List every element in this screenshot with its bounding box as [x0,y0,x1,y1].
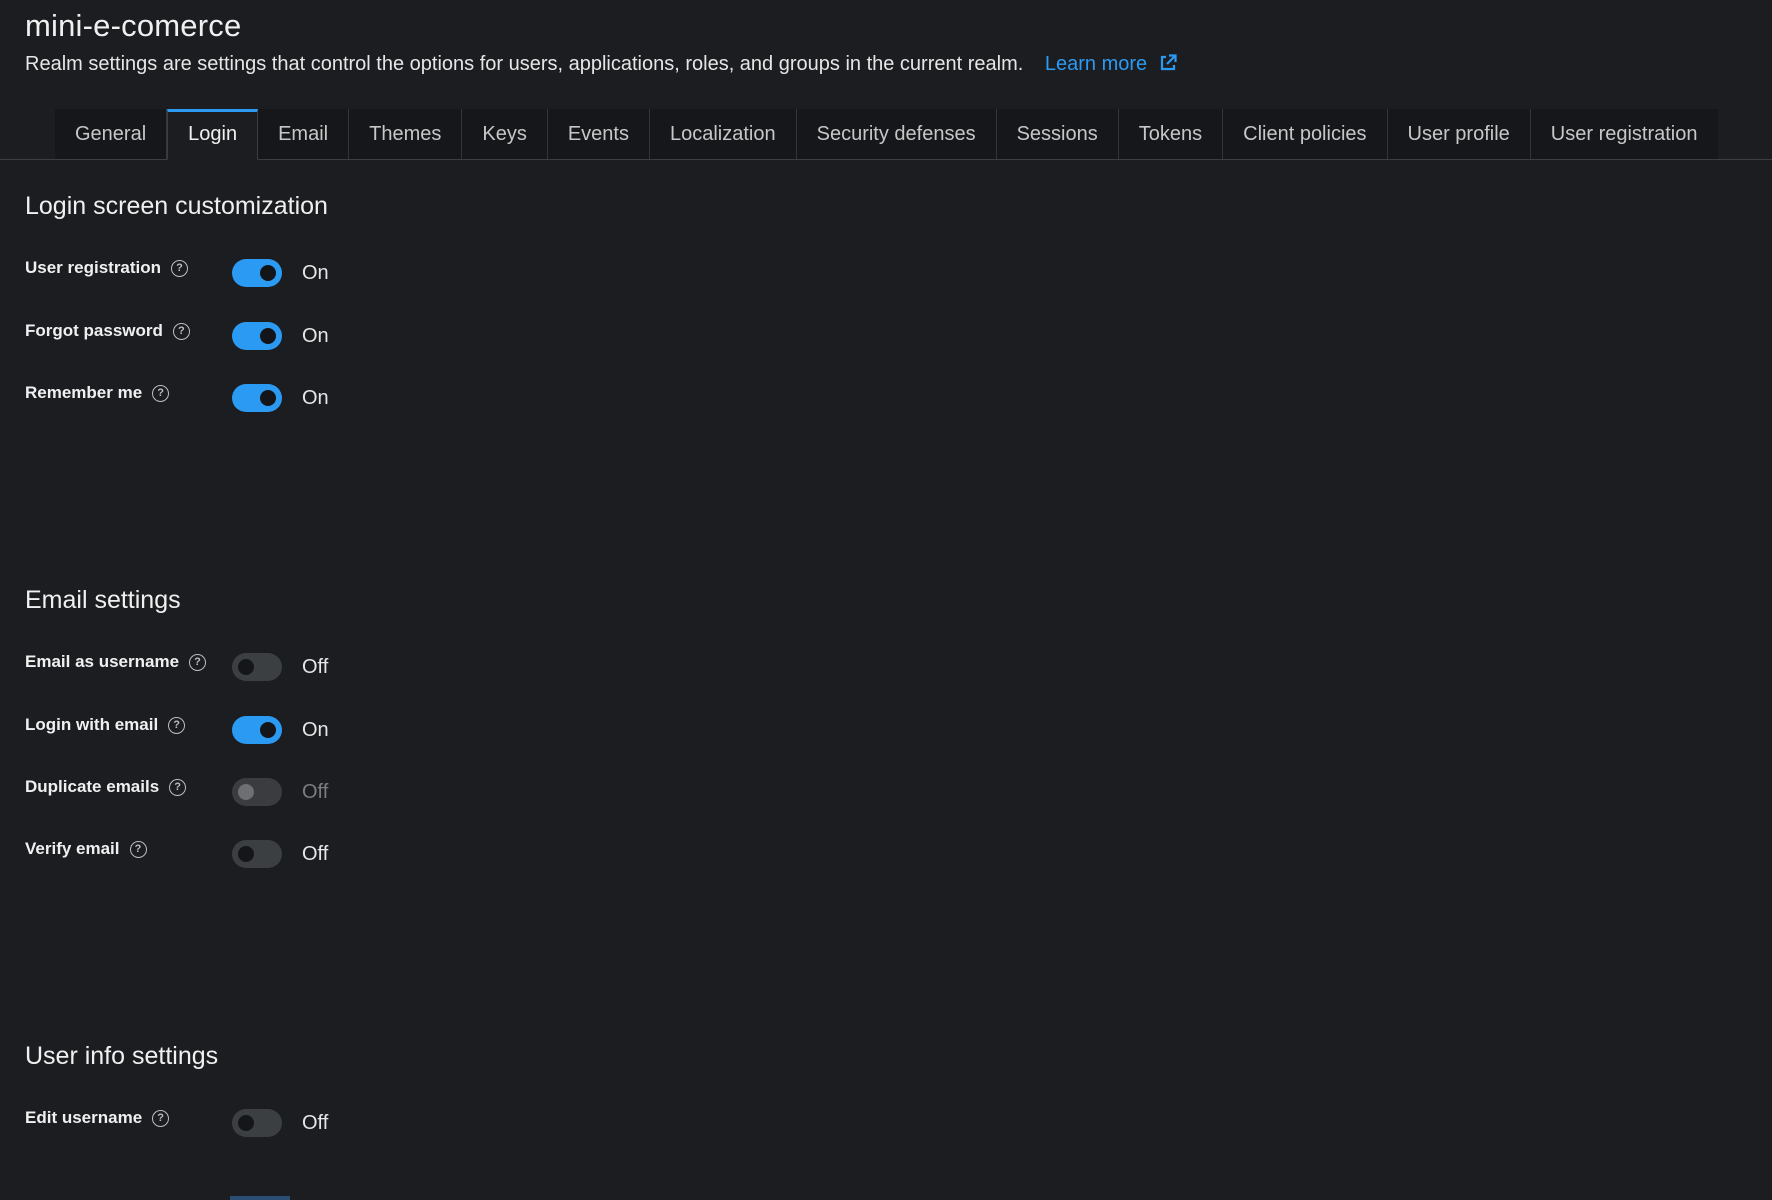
help-circle-icon[interactable]: ? [129,840,147,858]
toggle-knob [238,784,254,800]
email-as-username-toggle[interactable] [232,653,282,681]
setting-row-forgot-password: Forgot password ? On [25,319,425,353]
tabs-bar: General Login Email Themes Keys Events L… [0,109,1772,160]
tab-tokens[interactable]: Tokens [1118,109,1224,159]
tab-email[interactable]: Email [258,109,350,159]
edit-username-toggle[interactable] [232,1109,282,1137]
tab-user-profile[interactable]: User profile [1387,109,1531,159]
setting-label-text: Email as username [25,652,180,671]
tab-sessions[interactable]: Sessions [996,109,1119,159]
help-circle-icon[interactable]: ? [171,259,189,277]
setting-label-text: Verify email [25,839,120,858]
learn-more-link[interactable]: Learn more [1045,53,1177,75]
setting-row-user-registration: User registration ? On [25,256,425,290]
section-title-user-info: User info settings [25,1042,219,1070]
setting-row-verify-email: Verify email ? Off [25,837,425,871]
toggle-knob [238,846,254,862]
setting-label: Login with email ? [25,715,186,735]
toggle-state-text: Off [302,1112,329,1134]
realm-header: mini-e-comerce Realm settings are settin… [0,0,1772,160]
setting-label: Remember me ? [25,383,170,403]
tab-events[interactable]: Events [547,109,650,159]
duplicate-emails-toggle [232,778,282,806]
setting-label: Verify email ? [25,839,147,859]
tab-themes[interactable]: Themes [349,109,463,159]
help-circle-icon[interactable]: ? [152,1109,170,1127]
toggle-state-text: On [302,325,329,347]
setting-label-text: Edit username [25,1108,143,1127]
toggle-state-text: Off [302,781,329,803]
help-circle-icon[interactable]: ? [168,716,186,734]
tab-client-policies[interactable]: Client policies [1223,109,1388,159]
tab-security-defenses[interactable]: Security defenses [796,109,997,159]
learn-more-label: Learn more [1044,53,1148,75]
toggle-state-text: On [302,387,329,409]
toggle-knob [238,1115,254,1131]
setting-row-duplicate-emails: Duplicate emails ? Off [25,775,425,809]
external-link-icon [1160,54,1177,71]
setting-label-text: Forgot password [25,321,163,340]
setting-label: Edit username ? [25,1108,170,1128]
section-title-email: Email settings [25,586,181,614]
tab-login[interactable]: Login [167,109,259,160]
user-registration-toggle[interactable] [232,259,282,287]
login-with-email-toggle[interactable] [232,716,282,744]
toggle-state-text: On [302,719,329,741]
page-title: mini-e-comerce [25,8,242,43]
setting-row-email-as-username: Email as username ? Off [25,650,425,684]
toggle-knob [260,390,276,406]
save-button-edge[interactable] [230,1196,290,1200]
setting-label: User registration ? [25,258,189,278]
realm-tabs: General Login Email Themes Keys Events L… [55,109,1718,160]
toggle-knob [260,328,276,344]
setting-label-text: Remember me [25,383,143,402]
toggle-state-text: On [302,262,329,284]
tab-user-registration[interactable]: User registration [1530,109,1718,159]
tab-localization[interactable]: Localization [649,109,797,159]
setting-row-remember-me: Remember me ? On [25,381,425,415]
page-description: Realm settings are settings that control… [25,53,1177,76]
toggle-knob [260,265,276,281]
help-circle-icon[interactable]: ? [169,778,187,796]
toggle-state-text: Off [302,843,329,865]
setting-row-login-with-email: Login with email ? On [25,713,425,747]
setting-label: Forgot password ? [25,321,190,341]
setting-label-text: User registration [25,258,162,277]
forgot-password-toggle[interactable] [232,322,282,350]
setting-label: Email as username ? [25,652,207,672]
toggle-knob [260,722,276,738]
tab-keys[interactable]: Keys [462,109,548,159]
verify-email-toggle[interactable] [232,840,282,868]
setting-label-text: Duplicate emails [25,777,160,796]
help-circle-icon[interactable]: ? [172,322,190,340]
tab-general[interactable]: General [55,109,168,159]
section-title-login: Login screen customization [25,192,328,220]
help-circle-icon[interactable]: ? [189,653,207,671]
help-circle-icon[interactable]: ? [152,384,170,402]
remember-me-toggle[interactable] [232,384,282,412]
setting-label: Duplicate emails ? [25,777,187,797]
description-text: Realm settings are settings that control… [25,53,1024,75]
toggle-state-text: Off [302,656,329,678]
setting-label-text: Login with email [25,715,159,734]
setting-row-edit-username: Edit username ? Off [25,1106,425,1140]
toggle-knob [238,659,254,675]
